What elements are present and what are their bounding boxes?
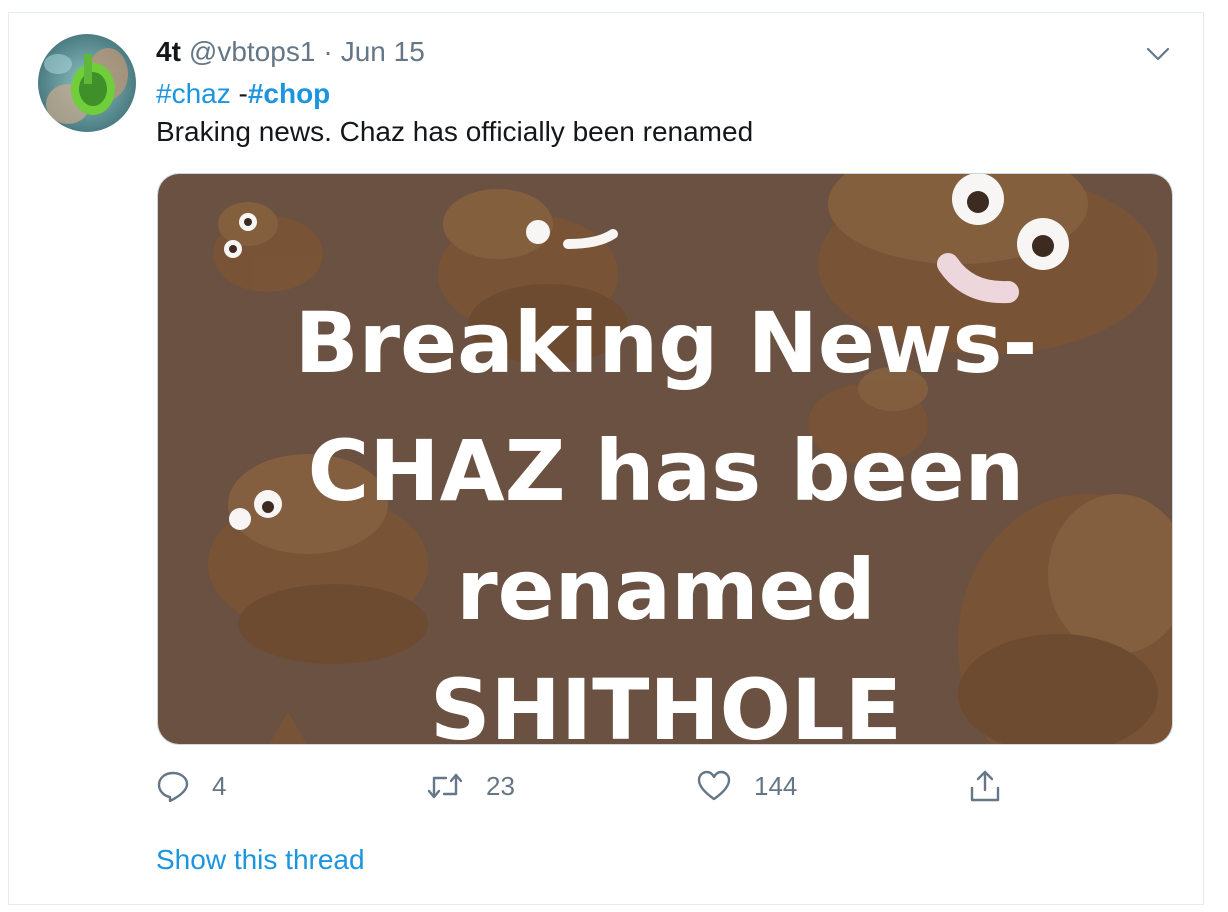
share-button[interactable] — [968, 764, 1024, 808]
media-image: Breaking News- CHAZ has been renamed SHI… — [158, 174, 1172, 745]
tweet-actions: 4 23 144 — [156, 764, 1016, 808]
image-text-line-3: renamed — [456, 541, 876, 639]
reply-icon — [157, 771, 189, 803]
reply-button[interactable]: 4 — [156, 764, 226, 808]
show-thread-link[interactable]: Show this thread — [156, 844, 365, 876]
avatar-image — [38, 34, 136, 132]
separator-dot: · — [323, 36, 333, 67]
retweet-count: 23 — [486, 770, 515, 801]
retweet-icon — [427, 773, 463, 799]
hashtag-line: #chaz -#chop — [156, 78, 330, 110]
hashtag-chaz[interactable]: #chaz — [156, 78, 231, 109]
more-options-button[interactable] — [1144, 40, 1172, 68]
share-icon — [970, 770, 1000, 802]
tweet-date[interactable]: Jun 15 — [341, 36, 425, 68]
like-count: 144 — [754, 770, 798, 801]
image-text-line-2: CHAZ has been — [308, 422, 1025, 520]
hashtag-separator: - — [230, 78, 248, 109]
user-handle[interactable]: @vbtops1 — [189, 36, 316, 68]
image-text-line-4: SHITHOLE — [430, 661, 902, 745]
like-button[interactable]: 144 — [696, 764, 797, 808]
like-icon — [697, 770, 731, 801]
tweet-image[interactable]: Breaking News- CHAZ has been renamed SHI… — [157, 173, 1173, 745]
avatar[interactable] — [38, 34, 136, 132]
tweet-text: Braking news. Chaz has officially been r… — [156, 116, 754, 147]
tweet-header: 4t @vbtops1 · Jun 15 — [156, 36, 425, 72]
reply-count: 4 — [212, 770, 227, 801]
retweet-button[interactable]: 23 — [426, 764, 515, 808]
display-name[interactable]: 4t — [156, 36, 181, 68]
image-text-line-1: Breaking News- — [295, 294, 1038, 392]
hashtag-chop[interactable]: #chop — [248, 78, 330, 109]
chevron-down-icon — [1146, 47, 1170, 61]
